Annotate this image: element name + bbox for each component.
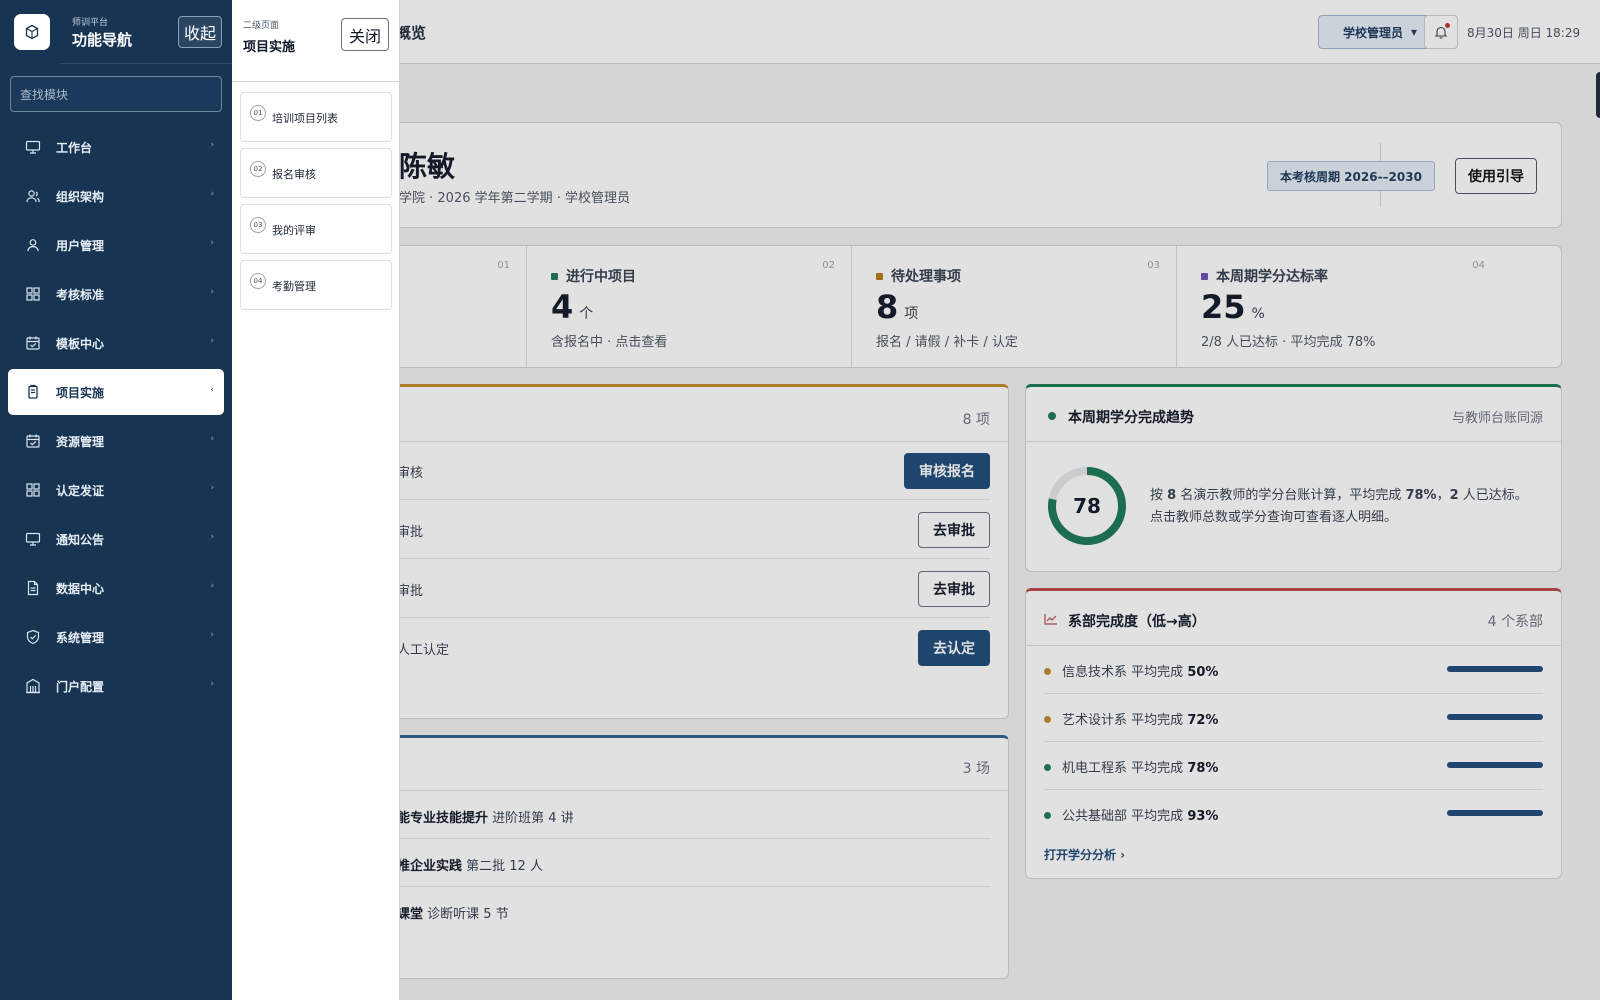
- panel-kicker: 二级页面: [243, 21, 280, 31]
- chevron-right-icon: ›: [210, 189, 214, 199]
- grid-icon: [26, 483, 40, 497]
- secondary-panel: 二级页面 项目实施 关闭 01 培训项目列表 02 报名审核 03 我的评审 0…: [232, 0, 400, 1000]
- subnav-item-project-list[interactable]: 01 培训项目列表: [240, 92, 392, 142]
- document-icon: [27, 580, 39, 596]
- sidebar-item-label: 门户配置: [56, 680, 105, 694]
- sidebar-item-label: 资源管理: [56, 435, 105, 449]
- chevron-right-icon: ›: [210, 581, 214, 591]
- subnav-item-my-reviews[interactable]: 03 我的评审: [240, 204, 392, 254]
- chevron-left-icon: ‹: [210, 385, 214, 395]
- subnav-item-label: 考勤管理: [272, 280, 316, 293]
- sidebar-item-label: 组织架构: [56, 190, 105, 204]
- sidebar-item-portal[interactable]: 门户配置 ›: [8, 663, 224, 709]
- building-icon: [26, 678, 40, 694]
- chevron-right-icon: ›: [210, 532, 214, 542]
- clipboard-icon: [28, 384, 38, 399]
- collapse-button[interactable]: 收起: [178, 16, 222, 48]
- sidebar-item-announcements[interactable]: 通知公告 ›: [8, 516, 224, 562]
- chevron-right-icon: ›: [210, 287, 214, 297]
- sidebar-item-system[interactable]: 系统管理 ›: [8, 614, 224, 660]
- shield-check-icon: [26, 629, 40, 645]
- panel-title: 项目实施: [243, 40, 296, 55]
- sidebar-item-label: 模板中心: [56, 337, 105, 351]
- subnav-item-label: 报名审核: [272, 168, 316, 181]
- subnav-item-label: 培训项目列表: [272, 112, 338, 125]
- sidebar-item-standards[interactable]: 考核标准 ›: [8, 271, 224, 317]
- monitor-icon: [25, 140, 41, 154]
- module-search-input[interactable]: 查找模块: [10, 76, 222, 112]
- chevron-right-icon: ›: [210, 336, 214, 346]
- chevron-right-icon: ›: [210, 483, 214, 493]
- cube-icon: [25, 24, 39, 40]
- subnav-item-attendance[interactable]: 04 考勤管理: [240, 260, 392, 310]
- sidebar: 师训平台 功能导航 收起 查找模块 工作台 › 组织架构 › 用户管理 › 考核…: [0, 0, 232, 1000]
- sidebar-item-label: 系统管理: [56, 631, 105, 645]
- monitor-icon: [25, 532, 41, 546]
- sidebar-item-templates[interactable]: 模板中心 ›: [8, 320, 224, 366]
- sidebar-item-label: 通知公告: [56, 533, 105, 547]
- calendar-check-icon: [26, 336, 40, 350]
- users-icon: [26, 190, 40, 203]
- sidebar-item-users[interactable]: 用户管理 ›: [8, 222, 224, 268]
- chevron-right-icon: ›: [210, 140, 214, 150]
- sidebar-item-project-implementation[interactable]: 项目实施 ‹: [8, 369, 224, 415]
- sidebar-item-label: 数据中心: [56, 582, 105, 596]
- sidebar-item-label: 用户管理: [56, 239, 105, 253]
- sidebar-item-certification[interactable]: 认定发证 ›: [8, 467, 224, 513]
- item-number: 03: [250, 217, 266, 233]
- divider: [60, 63, 232, 64]
- item-number: 02: [250, 161, 266, 177]
- sidebar-item-label: 考核标准: [56, 288, 105, 302]
- divider: [232, 81, 399, 82]
- sidebar-item-data-center[interactable]: 数据中心 ›: [8, 565, 224, 611]
- nav-title: 功能导航: [72, 31, 133, 49]
- chevron-right-icon: ›: [210, 679, 214, 689]
- chevron-right-icon: ›: [210, 434, 214, 444]
- item-number: 01: [250, 105, 266, 121]
- sidebar-item-label: 项目实施: [56, 386, 105, 400]
- chevron-right-icon: ›: [210, 238, 214, 248]
- sidebar-item-resources[interactable]: 资源管理 ›: [8, 418, 224, 464]
- sidebar-item-label: 认定发证: [56, 484, 105, 498]
- subnav-item-signup-review[interactable]: 02 报名审核: [240, 148, 392, 198]
- chevron-right-icon: ›: [210, 630, 214, 640]
- logo: [14, 14, 50, 50]
- grid-icon: [26, 287, 40, 301]
- user-icon: [27, 239, 39, 252]
- sidebar-item-organization[interactable]: 组织架构 ›: [8, 173, 224, 219]
- item-number: 04: [250, 273, 266, 289]
- sidebar-item-label: 工作台: [56, 141, 93, 155]
- calendar-check-icon: [26, 434, 40, 448]
- subnav-item-label: 我的评审: [272, 224, 316, 237]
- close-button[interactable]: 关闭: [341, 18, 389, 51]
- sidebar-item-workbench[interactable]: 工作台 ›: [8, 124, 224, 170]
- platform-name: 师训平台: [72, 18, 109, 28]
